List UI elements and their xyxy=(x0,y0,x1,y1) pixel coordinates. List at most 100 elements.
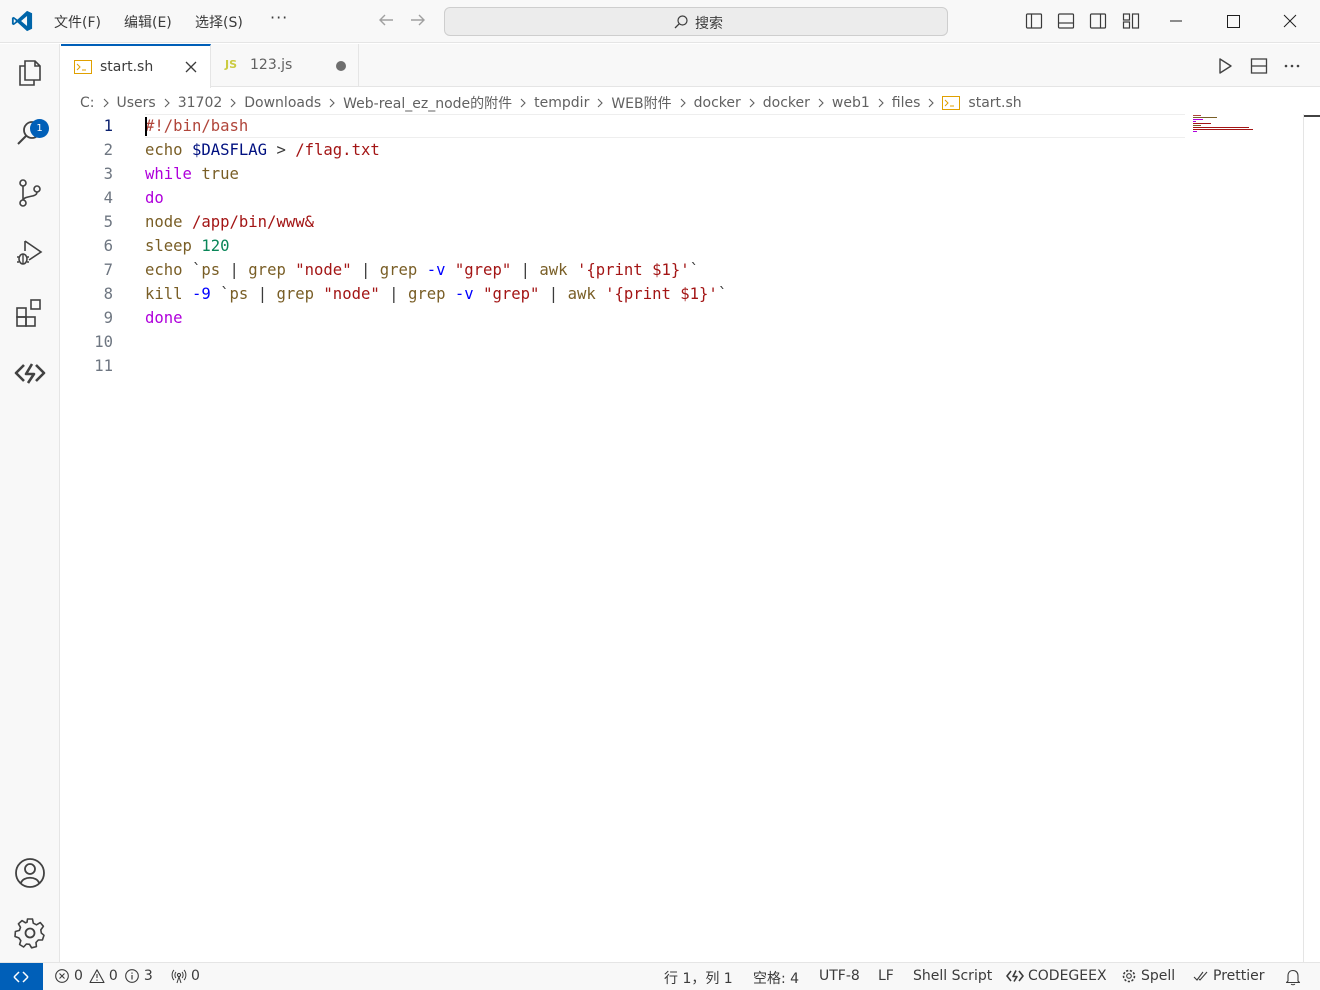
token: | xyxy=(257,285,268,303)
token: ps xyxy=(201,261,221,279)
chevron-right-icon xyxy=(520,98,526,108)
indentation[interactable]: 空格: 4 xyxy=(753,968,799,988)
breadcrumb-item[interactable]: docker xyxy=(694,95,741,111)
codegeex-icon[interactable] xyxy=(13,356,47,390)
encoding[interactable]: UTF-8 xyxy=(819,968,860,984)
token: echo xyxy=(145,261,183,279)
line-number: 7 xyxy=(103,261,113,279)
line-number: 4 xyxy=(103,189,113,207)
ports-indicator[interactable]: 0 xyxy=(171,968,200,984)
token: awk xyxy=(539,261,568,279)
token: echo xyxy=(145,141,183,159)
source-control-icon[interactable] xyxy=(13,176,47,210)
breadcrumb-item[interactable]: tempdir xyxy=(534,95,589,111)
token: grep xyxy=(276,285,315,303)
menu-more-button[interactable]: ··· xyxy=(270,8,288,27)
warning-icon xyxy=(89,969,105,984)
code-line[interactable]: 10 xyxy=(61,330,1304,354)
menu-edit[interactable]: 编辑(E) xyxy=(124,12,172,32)
gear-icon xyxy=(1122,969,1136,983)
code-line[interactable]: 6 sleep 120 xyxy=(61,234,1304,258)
customize-layout-icon[interactable] xyxy=(1122,12,1140,30)
minimap[interactable] xyxy=(1192,114,1262,138)
extensions-icon[interactable] xyxy=(13,296,47,330)
spell-status[interactable]: Spell xyxy=(1121,968,1175,984)
toggle-panel-icon[interactable] xyxy=(1057,12,1075,30)
cursor-position[interactable]: 行 1，列 1 xyxy=(664,968,733,988)
accounts-icon[interactable] xyxy=(13,856,47,890)
search-label: 搜索 xyxy=(695,16,723,32)
run-debug-icon[interactable] xyxy=(13,236,47,270)
code-line[interactable]: 5 node /app/bin/www& xyxy=(61,210,1304,234)
tab-start-sh[interactable]: start.sh xyxy=(61,44,211,88)
title-bar: 文件(F) 编辑(E) 选择(S) ··· 搜索 xyxy=(0,0,1320,43)
breadcrumb-item[interactable]: Users xyxy=(117,95,156,111)
token: sleep xyxy=(145,237,192,255)
token: | xyxy=(520,261,531,279)
code-line[interactable]: 4 do xyxy=(61,186,1304,210)
line-number: 5 xyxy=(103,213,113,231)
split-editor-icon[interactable] xyxy=(1249,56,1269,76)
language-mode[interactable]: Shell Script xyxy=(913,968,992,984)
line-number: 9 xyxy=(103,309,113,327)
toggle-secondary-sidebar-icon[interactable] xyxy=(1089,12,1107,30)
breadcrumb-item[interactable]: WEB附件 xyxy=(611,93,671,113)
breadcrumb-item[interactable]: start.sh xyxy=(968,95,1021,111)
code-line[interactable]: 8 kill -9 `ps | grep "node" | grep -v "g… xyxy=(61,282,1304,306)
token: true xyxy=(201,165,239,183)
token: "grep" xyxy=(483,285,540,303)
tab-123-js[interactable]: JS 123.js xyxy=(211,44,359,87)
line-number: 3 xyxy=(103,165,113,183)
menu-file[interactable]: 文件(F) xyxy=(54,12,101,32)
breadcrumb-item[interactable]: web1 xyxy=(832,95,870,111)
token: do xyxy=(145,189,164,207)
more-actions-icon[interactable] xyxy=(1282,56,1302,76)
remote-indicator-button[interactable] xyxy=(0,963,43,990)
code-line[interactable]: 3 while true xyxy=(61,162,1304,186)
maximize-icon[interactable] xyxy=(1219,8,1247,34)
token: grep xyxy=(248,261,286,279)
close-tab-icon[interactable] xyxy=(183,59,199,75)
breadcrumb-item[interactable]: docker xyxy=(763,95,810,111)
run-file-icon[interactable] xyxy=(1215,56,1235,76)
current-line-highlight xyxy=(145,114,1185,138)
status-bar: 0 0 3 0 行 1，列 1 空格: 4 UTF-8 LF Shell Scr… xyxy=(0,962,1320,990)
breadcrumb-item[interactable]: Downloads xyxy=(244,95,321,111)
line-number: 2 xyxy=(103,141,113,159)
vertical-scrollbar[interactable] xyxy=(1303,114,1320,962)
nav-forward-icon[interactable] xyxy=(408,10,428,30)
code-editor[interactable]: 1 #!/bin/bash 2 echo $DASFLAG > /flag.tx… xyxy=(61,114,1304,962)
manage-gear-icon[interactable] xyxy=(13,916,47,950)
code-line[interactable]: 11 xyxy=(61,354,1304,378)
end-of-line[interactable]: LF xyxy=(878,968,894,984)
code-line[interactable]: 7 echo `ps | grep "node" | grep -v "grep… xyxy=(61,258,1304,282)
ports-count: 0 xyxy=(191,968,200,984)
problems-indicator[interactable]: 0 0 3 xyxy=(54,968,153,984)
chevron-right-icon xyxy=(749,98,755,108)
breadcrumb-item[interactable]: Web-real_ez_node的附件 xyxy=(343,93,512,113)
menu-select[interactable]: 选择(S) xyxy=(195,12,243,32)
token: | xyxy=(229,261,239,279)
notifications-bell-icon[interactable] xyxy=(1285,968,1301,986)
nav-back-icon[interactable] xyxy=(376,10,396,30)
toggle-primary-sidebar-icon[interactable] xyxy=(1025,12,1043,30)
warning-count: 0 xyxy=(108,968,118,984)
breadcrumb-item[interactable]: 31702 xyxy=(178,95,223,111)
command-center-search[interactable]: 搜索 xyxy=(444,7,948,36)
close-window-icon[interactable] xyxy=(1276,8,1304,34)
code-line[interactable]: 9 done xyxy=(61,306,1304,330)
codegeex-status[interactable]: CODEGEEX xyxy=(1006,968,1107,984)
explorer-icon[interactable] xyxy=(13,56,47,90)
prettier-status[interactable]: Prettier xyxy=(1193,968,1265,984)
token: node xyxy=(145,213,183,231)
code-line[interactable]: 1 #!/bin/bash xyxy=(61,114,1304,138)
breadcrumb-item[interactable]: files xyxy=(892,95,921,111)
remote-icon xyxy=(13,971,29,983)
line-number: 8 xyxy=(103,285,113,303)
minimize-icon[interactable] xyxy=(1162,8,1190,34)
breadcrumb-item[interactable]: C: xyxy=(80,95,95,111)
code-line[interactable]: 2 echo $DASFLAG > /flag.txt xyxy=(61,138,1304,162)
token: "grep" xyxy=(454,261,512,279)
text-cursor xyxy=(145,117,147,136)
unsaved-dot-icon[interactable] xyxy=(336,61,346,71)
